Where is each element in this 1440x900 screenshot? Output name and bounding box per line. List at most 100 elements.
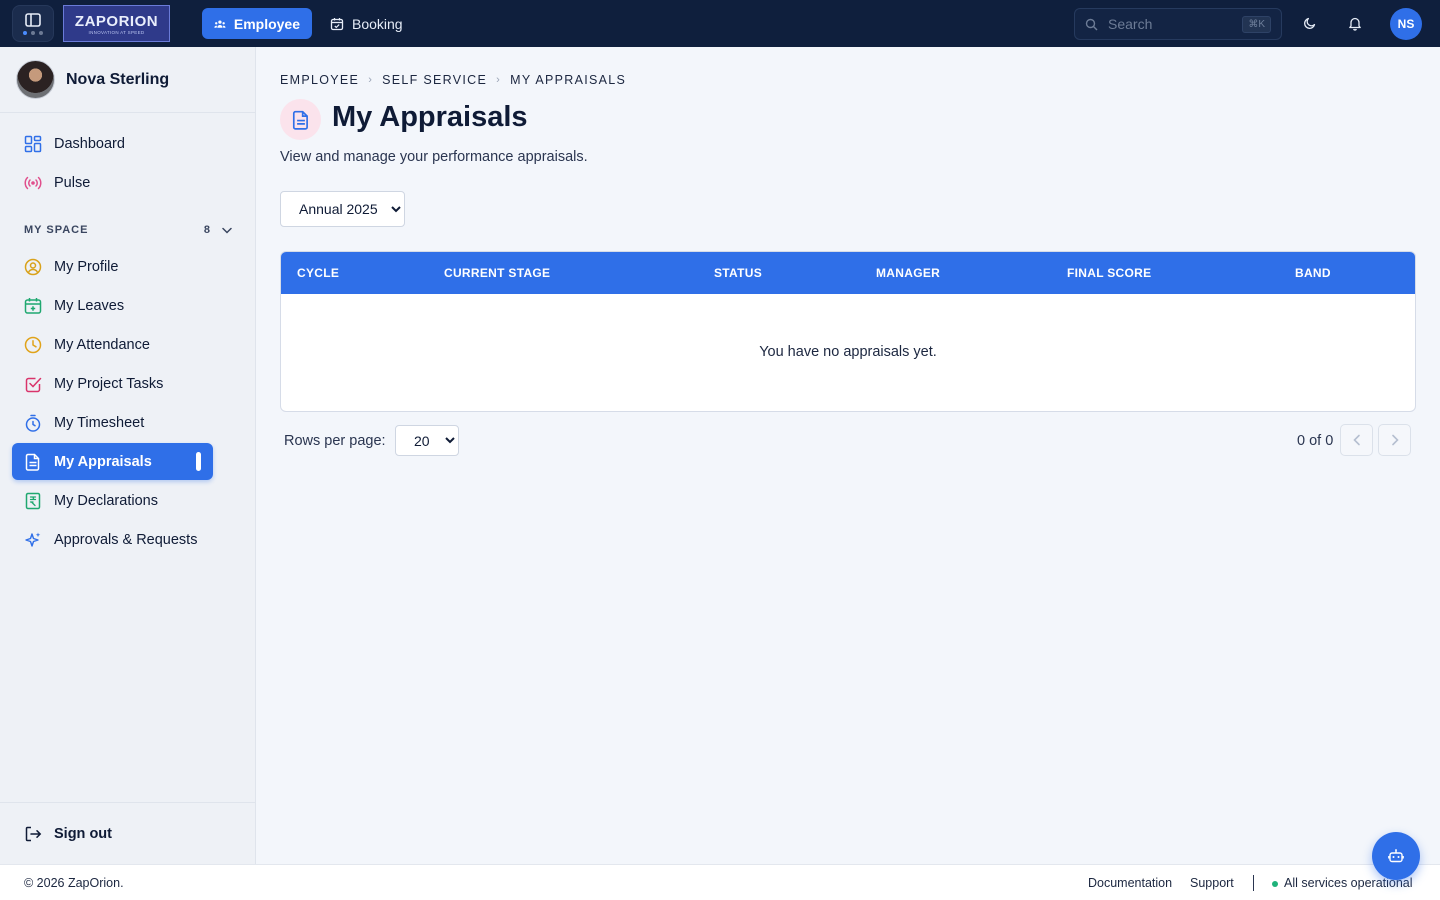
sidebar-profile[interactable]: Nova Sterling	[0, 47, 255, 113]
notifications-button[interactable]	[1343, 11, 1367, 35]
page-title: My Appraisals	[332, 101, 528, 133]
sidebar-item-label: My Declarations	[54, 492, 158, 509]
sidebar-item-my-declarations[interactable]: My Declarations	[12, 482, 213, 519]
column-header-final-score[interactable]: FINAL SCORE	[1067, 266, 1151, 280]
footer-divider	[1253, 875, 1254, 891]
logo-tagline: INNOVATION AT SPEED	[88, 29, 145, 35]
cycle-select[interactable]: Annual 2025	[280, 191, 405, 227]
chevron-right-icon: ›	[496, 74, 502, 86]
calendar-plus-icon	[24, 297, 42, 314]
sidebar-item-my-leaves[interactable]: My Leaves	[12, 287, 213, 324]
sidebar-item-label: Dashboard	[54, 135, 125, 152]
sidebar-item-label: Approvals & Requests	[54, 531, 198, 548]
logout-icon	[25, 826, 42, 841]
rows-per-page-select[interactable]: 20	[395, 425, 459, 456]
sidebar-item-my-attendance[interactable]: My Attendance	[12, 326, 213, 363]
chevron-down-icon	[222, 227, 232, 234]
sidebar-panel-icon	[25, 12, 41, 27]
app-switcher-dots	[23, 30, 43, 35]
previous-page-button[interactable]	[1340, 424, 1373, 456]
page-subtitle: View and manage your performance apprais…	[280, 149, 588, 165]
robot-icon	[1388, 849, 1404, 863]
top-bar: ZAPORION INNOVATION AT SPEED Employee Bo…	[0, 0, 1440, 47]
search-box[interactable]: ⌘K	[1074, 8, 1282, 40]
column-header-current-stage[interactable]: CURRENT STAGE	[444, 266, 550, 280]
sidebar-item-approvals-requests[interactable]: Approvals & Requests	[12, 521, 213, 558]
sidebar-footer: Sign out	[0, 802, 255, 864]
tab-employee[interactable]: Employee	[202, 8, 312, 39]
column-header-cycle[interactable]: CYCLE	[297, 266, 339, 280]
section-count-badge: 8	[203, 224, 210, 236]
page-title-icon	[280, 99, 321, 140]
stopwatch-icon	[25, 414, 41, 432]
status-indicator-dot	[1272, 881, 1278, 887]
rows-per-page-label: Rows per page:	[284, 433, 386, 449]
sidebar-item-label: Pulse	[54, 174, 91, 191]
tab-employee-label: Employee	[233, 15, 300, 32]
breadcrumb-self-service[interactable]: SELF SERVICE	[382, 73, 487, 87]
active-indicator	[196, 452, 201, 471]
documentation-link[interactable]: Documentation	[1088, 876, 1172, 890]
avatar	[16, 60, 55, 99]
column-header-band[interactable]: BAND	[1295, 266, 1331, 280]
chevron-right-icon: ›	[368, 74, 374, 86]
chevron-right-icon	[1391, 434, 1399, 446]
sidebar-item-dashboard[interactable]: Dashboard	[12, 125, 213, 162]
search-input[interactable]	[1108, 16, 1228, 32]
check-square-icon	[25, 377, 42, 392]
sidebar-item-my-profile[interactable]: My Profile	[12, 248, 213, 285]
user-avatar-button[interactable]: NS	[1390, 8, 1422, 40]
main-content: EMPLOYEE › SELF SERVICE › MY APPRAISALS …	[256, 47, 1440, 864]
sign-out-label: Sign out	[54, 825, 112, 842]
bell-icon	[1349, 17, 1361, 31]
sidebar-item-label: My Profile	[54, 258, 119, 275]
next-page-button[interactable]	[1378, 424, 1411, 456]
user-circle-icon	[24, 258, 42, 275]
sidebar-item-label: My Appraisals	[54, 453, 152, 470]
sign-out-button[interactable]: Sign out	[12, 815, 213, 852]
sidebar-item-label: My Attendance	[54, 336, 150, 353]
sidebar-item-label: My Project Tasks	[54, 375, 164, 392]
breadcrumb: EMPLOYEE › SELF SERVICE › MY APPRAISALS	[280, 73, 626, 87]
sidebar-item-label: My Leaves	[54, 297, 125, 314]
breadcrumb-current: MY APPRAISALS	[510, 73, 627, 87]
column-header-status[interactable]: STATUS	[714, 266, 762, 280]
tab-booking[interactable]: Booking	[318, 8, 415, 39]
page-footer: © 2026 ZapOrion. Documentation Support A…	[0, 864, 1440, 900]
sidebar-item-my-project-tasks[interactable]: My Project Tasks	[12, 365, 213, 402]
support-link[interactable]: Support	[1190, 876, 1234, 890]
broadcast-icon	[24, 176, 42, 189]
document-icon	[292, 110, 308, 130]
empty-state-message: You have no appraisals yet.	[759, 344, 937, 360]
section-my-space[interactable]: MY SPACE 8	[24, 224, 232, 236]
assistant-bot-button[interactable]	[1372, 832, 1420, 880]
sidebar: Nova Sterling Dashboard Pulse MY SPACE 8…	[0, 47, 256, 864]
section-label: MY SPACE	[24, 224, 89, 236]
copyright-text: © 2026 ZapOrion.	[24, 876, 124, 890]
moon-icon	[1304, 17, 1316, 29]
column-header-manager[interactable]: MANAGER	[876, 266, 940, 280]
chevron-left-icon	[1352, 434, 1360, 446]
tab-booking-label: Booking	[352, 15, 403, 32]
sidebar-item-my-appraisals[interactable]: My Appraisals	[12, 443, 213, 480]
sidebar-item-my-timesheet[interactable]: My Timesheet	[12, 404, 213, 441]
search-icon	[1085, 18, 1098, 30]
grid-icon	[24, 135, 42, 152]
breadcrumb-employee[interactable]: EMPLOYEE	[280, 73, 359, 87]
profile-name: Nova Sterling	[66, 70, 170, 88]
document-icon	[25, 453, 40, 471]
company-logo[interactable]: ZAPORION INNOVATION AT SPEED	[63, 5, 170, 42]
pagination-range: 0 of 0	[1297, 433, 1334, 449]
appraisals-table: CYCLE CURRENT STAGE STATUS MANAGER FINAL…	[280, 251, 1416, 412]
users-icon	[214, 20, 226, 28]
sidebar-item-label: My Timesheet	[54, 414, 145, 431]
clock-icon	[24, 336, 42, 353]
rupee-receipt-icon	[25, 492, 41, 509]
logo-text: ZAPORION	[74, 12, 159, 30]
sidebar-item-pulse[interactable]: Pulse	[12, 164, 213, 201]
sidebar-toggle-button[interactable]	[12, 5, 54, 42]
table-header: CYCLE CURRENT STAGE STATUS MANAGER FINAL…	[281, 252, 1415, 294]
theme-toggle-button[interactable]	[1298, 11, 1322, 35]
calendar-check-icon	[330, 17, 344, 30]
search-shortcut-badge: ⌘K	[1242, 15, 1271, 33]
